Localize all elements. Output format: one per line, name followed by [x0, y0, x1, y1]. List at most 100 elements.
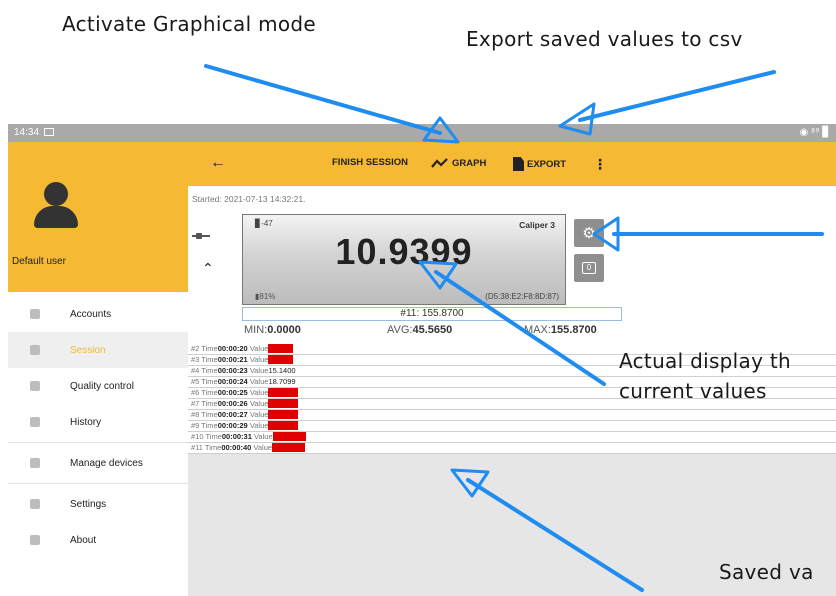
zero-button[interactable]: 0 — [574, 254, 604, 282]
finish-session-button[interactable]: FINISH SESSION — [332, 157, 408, 168]
max-stat: MAX:155.8700 — [524, 324, 597, 336]
history-icon — [30, 417, 40, 427]
sidebar-item-history[interactable]: History — [8, 404, 188, 440]
reading-value: 6.2900 — [268, 344, 294, 353]
reading-number: #4 — [191, 366, 200, 375]
reading-value: 4.8100 — [268, 355, 294, 364]
sidebar-item-label: About — [70, 534, 97, 546]
reading-time: 00:00:31 — [221, 432, 252, 441]
battery-level: ▮81% — [255, 292, 276, 301]
chevron-up-icon[interactable]: ⌃ — [202, 260, 214, 277]
device-icon — [30, 458, 40, 468]
device-settings-button[interactable]: ⚙ — [574, 219, 604, 247]
quality-icon — [30, 381, 40, 391]
graph-label: GRAPH — [452, 157, 487, 169]
time-label: Time — [201, 377, 218, 386]
sidebar-item-session[interactable]: Session — [8, 332, 188, 368]
export-caption: Export saved values to csv — [466, 27, 743, 51]
sidebar-item-manage-devices[interactable]: Manage devices — [8, 445, 188, 481]
reading-time: 00:00:24 — [217, 377, 248, 386]
sidebar-item-about[interactable]: About — [8, 522, 188, 558]
reading-time: 00:00:40 — [221, 443, 252, 452]
reading-value: 27.3600 — [268, 388, 298, 397]
value-label: Value — [249, 399, 269, 408]
sidebar-item-settings[interactable]: Settings — [8, 486, 188, 522]
navigation-drawer: Default user Accounts Session Quality co… — [8, 142, 188, 596]
value-label: Value — [249, 388, 269, 397]
graph-button[interactable]: GRAPH — [431, 157, 486, 169]
reading-number: #3 — [191, 355, 200, 364]
avg-value: 45.5650 — [412, 324, 453, 336]
avg-stat: AVG:45.5650 — [387, 324, 452, 336]
session-icon — [30, 345, 40, 355]
caliper-tool-dot — [196, 233, 202, 239]
display-caption-line1: Actual display th — [619, 349, 792, 373]
value-label: Value — [249, 377, 269, 386]
gear-icon: ⚙ — [582, 225, 596, 242]
reading-time: 00:00:23 — [217, 366, 248, 375]
table-row[interactable]: #11 Time00:00:40 Value155.8700 — [188, 443, 836, 454]
time-label: Time — [205, 432, 222, 441]
drawer-menu: Accounts Session Quality control History… — [8, 296, 188, 558]
value-label: Value — [249, 410, 269, 419]
reading-value: 61.8600 — [268, 410, 298, 419]
device-address-value: D5:38:E2:F8:8D:87 — [487, 292, 557, 301]
status-indicators: ◉ ⁸⁹ ▊ — [799, 127, 830, 138]
account-icon — [30, 309, 40, 319]
app-toolbar: ← FINISH SESSION GRAPH EXPORT ⋮ — [188, 142, 836, 186]
value-label: Value — [253, 432, 273, 441]
sidebar-item-label: Settings — [70, 498, 107, 510]
min-value: 0.0000 — [267, 324, 301, 336]
value-label: Value — [249, 366, 269, 375]
document-icon — [513, 157, 524, 171]
table-row[interactable]: #10 Time00:00:31 Value152.8600 — [188, 432, 836, 443]
reading-value: 35.1500 — [268, 399, 298, 408]
image-notification-icon — [44, 128, 54, 136]
table-row[interactable]: #9 Time00:00:29 Value79.5700 — [188, 421, 836, 432]
live-value-display: ▊-47 Caliper 3 10.9399 ▮81% (D5:38:E2:F8… — [242, 214, 566, 305]
status-bar: 14:34 ◉ ⁸⁹ ▊ — [8, 124, 836, 142]
max-value: 155.8700 — [550, 324, 597, 336]
reading-number: #9 — [191, 421, 200, 430]
reading-number: #6 — [191, 388, 200, 397]
sidebar-item-quality-control[interactable]: Quality control — [8, 368, 188, 404]
display-caption-line2: current values — [619, 379, 767, 403]
settings-icon — [30, 499, 40, 509]
avatar-icon — [34, 182, 78, 232]
user-name: Default user — [12, 256, 66, 267]
reading-number: #11 — [191, 443, 203, 452]
menu-divider — [8, 483, 188, 484]
menu-divider — [8, 442, 188, 443]
sidebar-item-label: Session — [70, 344, 106, 356]
reading-number: #8 — [191, 410, 200, 419]
reading-number: #7 — [191, 399, 200, 408]
export-label: EXPORT — [527, 158, 567, 170]
sidebar-item-label: Accounts — [70, 308, 112, 320]
reading-number: #5 — [191, 377, 200, 386]
reading-number: #10 — [191, 432, 204, 441]
back-arrow-icon[interactable]: ← — [210, 154, 226, 172]
battery-value: 81% — [259, 292, 276, 301]
sidebar-item-accounts[interactable]: Accounts — [8, 296, 188, 332]
reading-time: 00:00:29 — [217, 421, 248, 430]
value-label: Value — [249, 421, 269, 430]
time-label: Time — [201, 410, 218, 419]
session-summary: Started: 2021-07-13 14:32:21. ⌃ ▊-47 Cal… — [188, 186, 836, 344]
value-label: Value — [253, 443, 273, 452]
signal-strength: ▊-47 — [255, 219, 273, 228]
export-button[interactable]: EXPORT — [513, 157, 566, 171]
status-time: 14:34 — [14, 127, 40, 138]
drawer-header: Default user — [8, 142, 188, 292]
min-label: MIN: — [244, 324, 268, 336]
time-label: Time — [201, 344, 218, 353]
device-address: (D5:38:E2:F8:8D:87) — [485, 292, 559, 301]
reading-value: 79.5700 — [268, 421, 298, 430]
time-label: Time — [201, 421, 218, 430]
table-row[interactable]: #8 Time00:00:27 Value61.8600 — [188, 410, 836, 421]
more-options-icon[interactable]: ⋮ — [593, 156, 607, 173]
graph-icon — [431, 158, 448, 168]
export-arrow — [578, 70, 776, 122]
zero-icon: 0 — [582, 262, 596, 274]
time-label: Time — [201, 355, 218, 364]
sidebar-item-label: History — [70, 416, 102, 428]
